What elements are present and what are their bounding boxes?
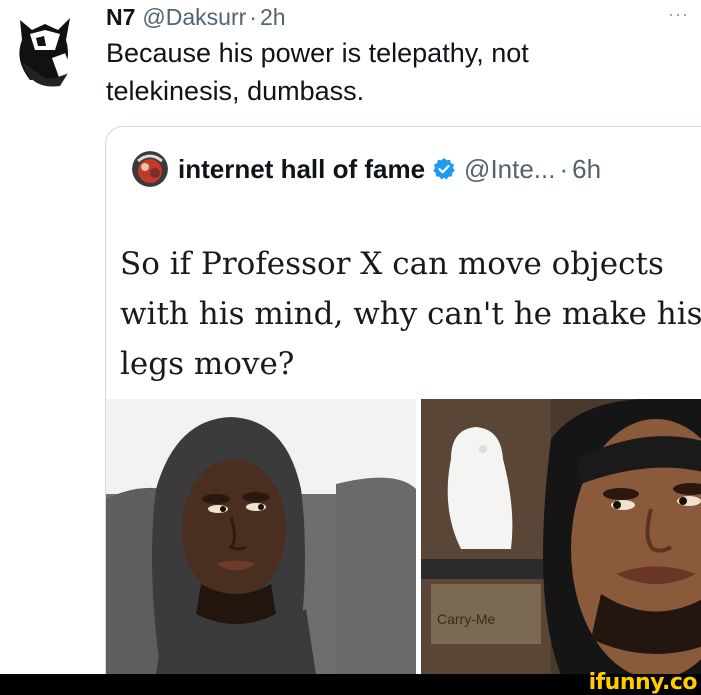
ifunny-watermark: ifunny.co — [588, 670, 698, 695]
tweet-time[interactable]: 2h — [260, 4, 286, 31]
author-avatar[interactable] — [0, 0, 90, 90]
separator-dot: · — [249, 3, 257, 30]
tweet-header: N7 @Daksurr · 2h — [106, 0, 286, 34]
quoted-author-handle[interactable]: @Inte... — [464, 154, 555, 185]
quoted-author-avatar[interactable] — [132, 151, 168, 187]
verified-badge-icon — [433, 158, 455, 180]
quoted-tweet-header: internet hall of fame @Inte... · 6h — [132, 149, 601, 189]
tweet-text: Because his power is telepathy, not tele… — [106, 38, 529, 106]
box-label-text: Carry-Me — [437, 611, 496, 627]
quoted-tweet-time[interactable]: 6h — [572, 154, 601, 185]
meme-photo-right: Carry-Me — [421, 399, 701, 675]
more-options-icon[interactable]: ··· — [668, 4, 689, 25]
meme-caption: So if Professor X can move objects with … — [106, 209, 701, 399]
author-name[interactable]: N7 — [106, 4, 135, 31]
quoted-separator-dot: · — [559, 153, 569, 184]
watermark-bar: ifunny.co — [0, 670, 701, 695]
author-handle[interactable]: @Daksurr — [142, 4, 246, 31]
quoted-avatar-icon — [132, 151, 168, 187]
quoted-author-name[interactable]: internet hall of fame — [178, 154, 425, 185]
quoted-tweet-card[interactable]: internet hall of fame @Inte... · 6h So i… — [105, 126, 701, 695]
meme-photo-left — [106, 399, 416, 675]
avatar-helmet-icon — [0, 0, 90, 90]
